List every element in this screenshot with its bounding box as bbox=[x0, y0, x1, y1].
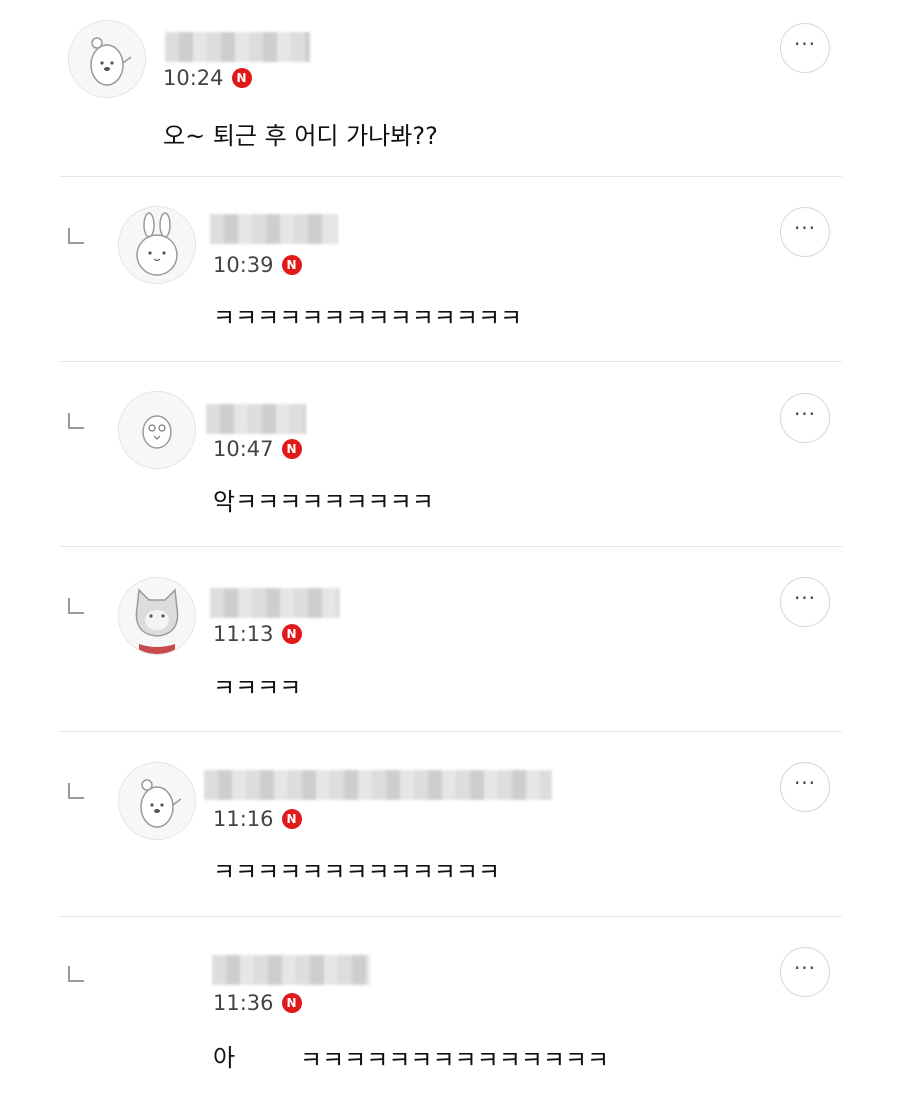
time-label: 11:13 bbox=[213, 622, 274, 646]
comment-time: 11:13 N bbox=[213, 622, 302, 646]
comment-text: 오~ 퇴근 후 어디 가나봐?? bbox=[163, 122, 438, 150]
nickname-blurred bbox=[210, 588, 340, 618]
comment-text: 악ㅋㅋㅋㅋㅋㅋㅋㅋㅋ bbox=[213, 488, 434, 516]
rabbit-avatar-icon bbox=[119, 207, 195, 283]
time-label: 11:36 bbox=[213, 991, 274, 1015]
new-badge: N bbox=[281, 439, 302, 459]
reply-arrow-icon bbox=[68, 598, 84, 614]
ellipsis-icon: ··· bbox=[793, 586, 817, 610]
reply-arrow-icon bbox=[68, 228, 84, 244]
bear-avatar-icon bbox=[119, 763, 195, 839]
divider bbox=[60, 176, 842, 177]
nickname-blurred bbox=[206, 404, 306, 434]
comment-text-prefix: 아 bbox=[213, 1044, 236, 1072]
reply-arrow-icon bbox=[68, 783, 84, 799]
divider bbox=[60, 361, 842, 362]
divider bbox=[60, 546, 842, 547]
divider bbox=[60, 916, 842, 917]
reply-arrow-icon bbox=[68, 966, 84, 982]
avatar[interactable] bbox=[118, 206, 196, 284]
new-badge: N bbox=[281, 993, 302, 1013]
reply-arrow-icon bbox=[68, 413, 84, 429]
comment-time: 10:39 N bbox=[213, 253, 302, 277]
ellipsis-icon: ··· bbox=[793, 402, 817, 426]
new-badge: N bbox=[281, 624, 302, 644]
more-options-button[interactable]: ··· bbox=[780, 762, 830, 812]
nickname-blurred bbox=[204, 770, 552, 800]
time-label: 11:16 bbox=[213, 807, 274, 831]
new-badge: N bbox=[281, 255, 302, 275]
more-options-button[interactable]: ··· bbox=[780, 577, 830, 627]
time-label: 10:47 bbox=[213, 437, 274, 461]
comment-text: ㅋㅋㅋㅋㅋㅋㅋㅋㅋㅋㅋㅋㅋ bbox=[213, 858, 501, 886]
comment-time: 10:47 N bbox=[213, 437, 302, 461]
nickname-blurred bbox=[210, 214, 338, 244]
avatar[interactable] bbox=[118, 762, 196, 840]
time-label: 10:24 bbox=[163, 66, 224, 90]
comment-text: ㅋㅋㅋㅋ bbox=[213, 674, 302, 702]
comment-time: 10:24 N bbox=[163, 66, 252, 90]
cat-avatar-icon bbox=[119, 578, 195, 654]
more-options-button[interactable]: ··· bbox=[780, 393, 830, 443]
divider bbox=[60, 731, 842, 732]
ellipsis-icon: ··· bbox=[793, 771, 817, 795]
new-badge: N bbox=[281, 809, 302, 829]
avatar[interactable] bbox=[118, 391, 196, 469]
comment-time: 11:16 N bbox=[213, 807, 302, 831]
comment-text: ㅋㅋㅋㅋㅋㅋㅋㅋㅋㅋㅋㅋㅋㅋ bbox=[300, 1046, 610, 1074]
comment-text: ㅋㅋㅋㅋㅋㅋㅋㅋㅋㅋㅋㅋㅋㅋ bbox=[213, 304, 523, 332]
avatar[interactable] bbox=[118, 577, 196, 655]
nickname-blurred bbox=[212, 955, 370, 985]
comment-time: 11:36 N bbox=[213, 991, 302, 1015]
nickname-blurred bbox=[165, 32, 310, 62]
bear-avatar-icon bbox=[69, 21, 145, 97]
chick-avatar-icon bbox=[119, 392, 195, 468]
time-label: 10:39 bbox=[213, 253, 274, 277]
more-options-button[interactable]: ··· bbox=[780, 23, 830, 73]
more-options-button[interactable]: ··· bbox=[780, 207, 830, 257]
avatar[interactable] bbox=[68, 20, 146, 98]
new-badge: N bbox=[231, 68, 252, 88]
ellipsis-icon: ··· bbox=[793, 956, 817, 980]
ellipsis-icon: ··· bbox=[793, 216, 817, 240]
more-options-button[interactable]: ··· bbox=[780, 947, 830, 997]
ellipsis-icon: ··· bbox=[793, 32, 817, 56]
